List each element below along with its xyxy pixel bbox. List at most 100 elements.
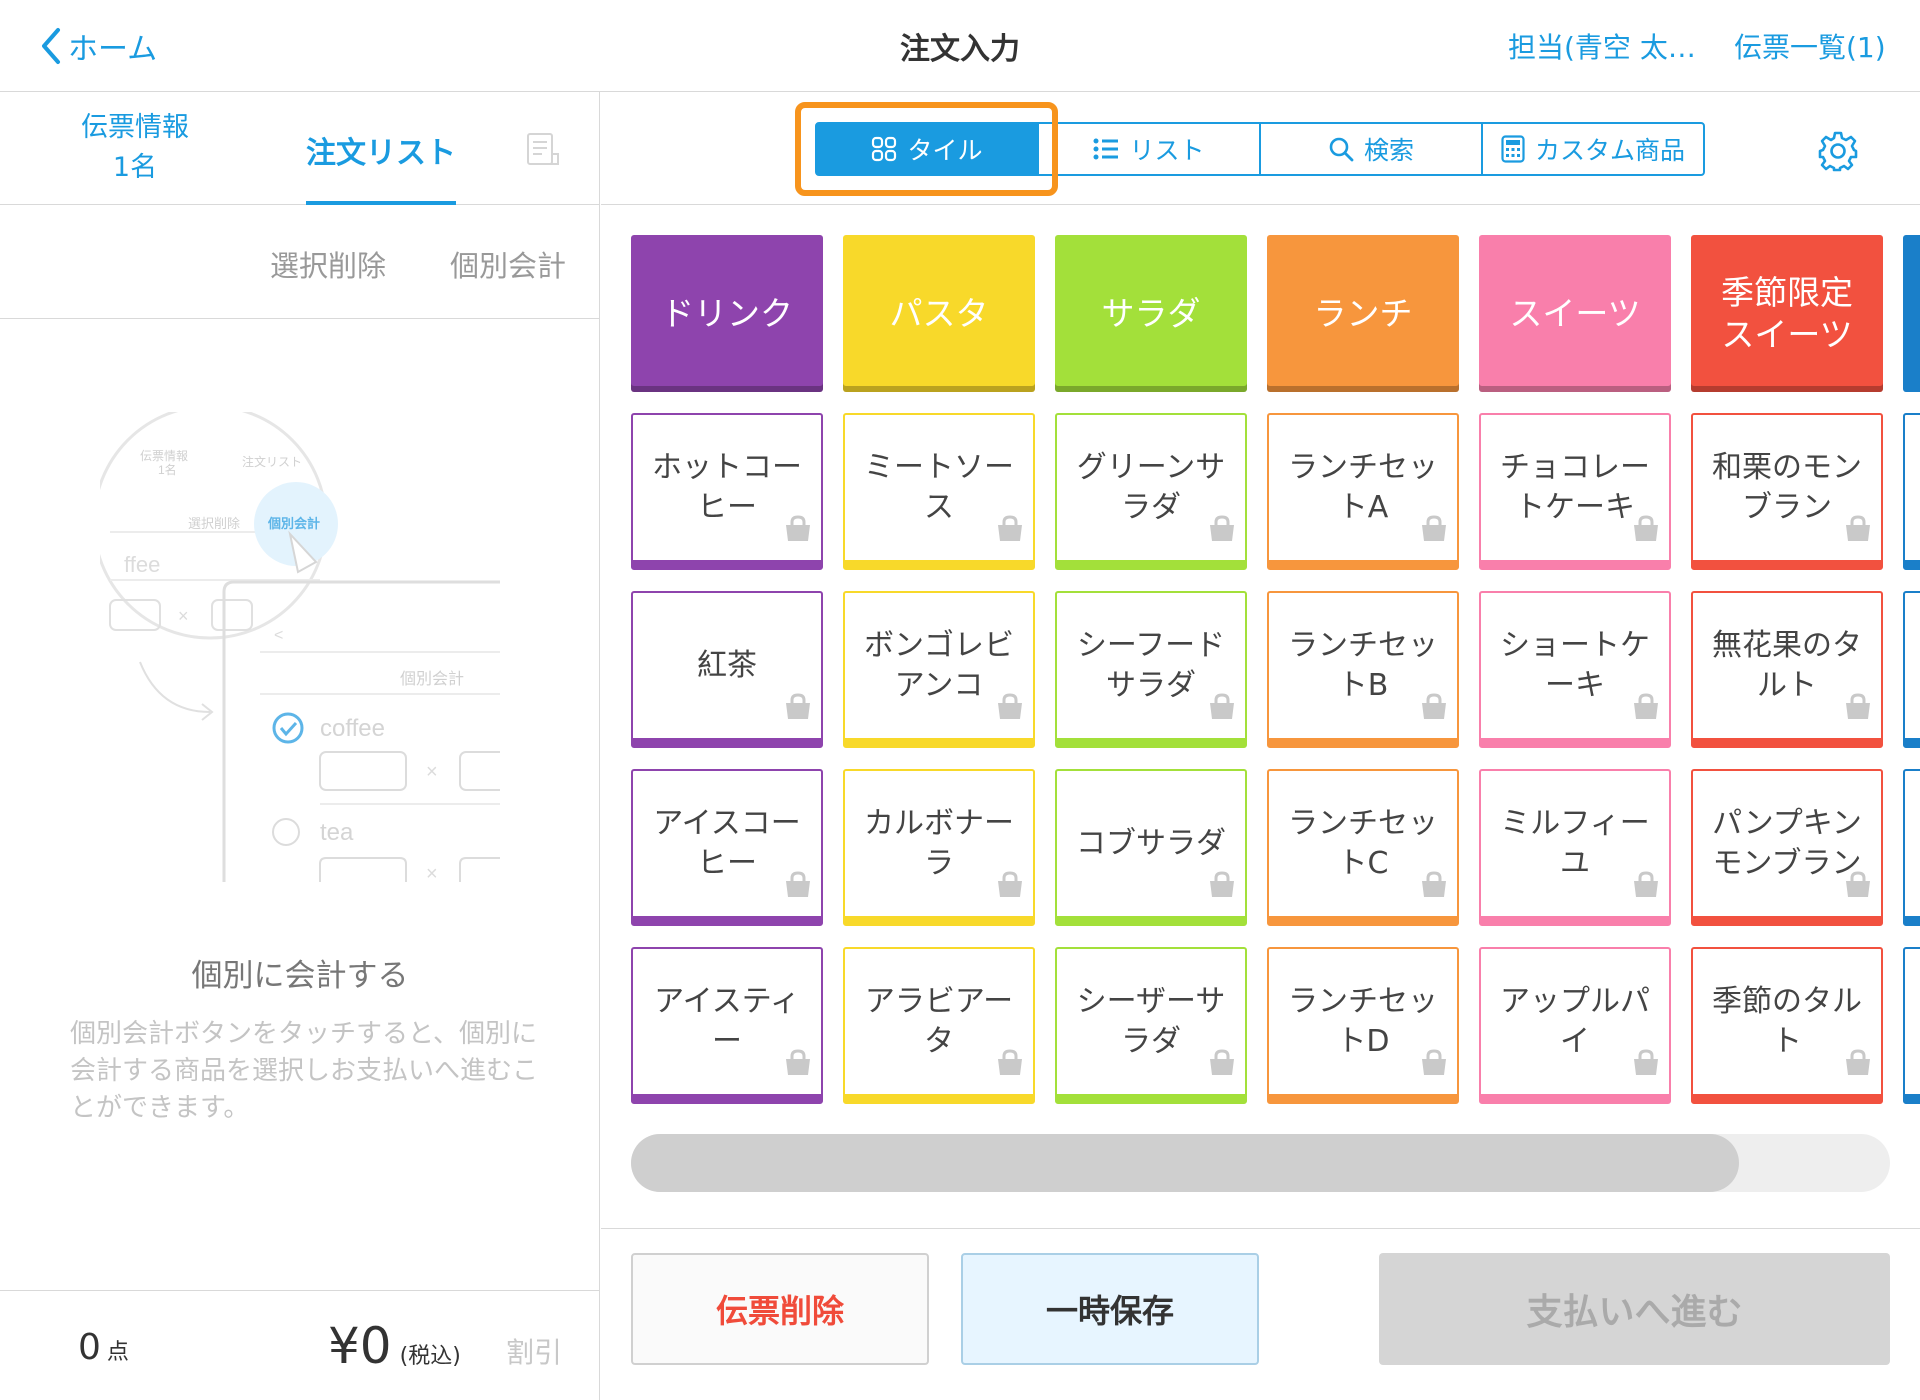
bag-icon <box>783 692 813 732</box>
discount-button[interactable]: 割引 <box>506 1331 562 1371</box>
order-actions: 選択削除 個別会計 <box>0 205 600 319</box>
product-name: ホットコーヒー <box>652 449 802 525</box>
product-tile[interactable]: ホットコーヒー <box>631 413 823 570</box>
bag-icon <box>1631 692 1661 732</box>
product-tile[interactable]: カルボナーラ <box>843 769 1035 926</box>
view-mode-search-label: 検索 <box>1363 136 1414 165</box>
view-mode-custom-label: カスタム商品 <box>1534 136 1685 165</box>
product-tile[interactable]: アイスコーヒー <box>631 769 823 926</box>
delete-slip-button[interactable]: 伝票削除 <box>631 1253 929 1365</box>
tab-slip-info[interactable]: 伝票情報 1名 <box>60 108 210 188</box>
product-tile[interactable]: ボンゴレビアンコ <box>843 591 1035 748</box>
product-tile[interactable]: 季節のタルト <box>1691 947 1883 1104</box>
product-tile[interactable]: パンプキンモンブラン <box>1691 769 1883 926</box>
empty-state-description: 個別会計ボタンをタッチすると、個別に会計する商品を選択しお支払いへ進むことができ… <box>70 1019 539 1123</box>
product-name: チョコレートケーキ <box>1500 449 1650 525</box>
view-mode-list-label: リスト <box>1129 136 1205 165</box>
product-tile[interactable]: コブサラダ <box>1055 769 1247 926</box>
category-tile[interactable]: スイーツ <box>1479 235 1671 392</box>
view-mode-search[interactable]: 検索 <box>1259 124 1481 174</box>
product-name: シーザーサラダ <box>1076 983 1226 1059</box>
order-total: ¥0 (税込) <box>328 1317 461 1375</box>
illus-info: 伝票情報 <box>140 449 188 463</box>
category-tile[interactable]: ランチ <box>1267 235 1459 392</box>
product-name: ランチセットC <box>1288 805 1438 881</box>
illus-x2: × <box>426 761 438 783</box>
bag-icon <box>783 1048 813 1088</box>
category-tile[interactable]: サラダ <box>1055 235 1247 392</box>
gear-icon[interactable] <box>1817 130 1859 172</box>
next-product-tile[interactable] <box>1903 947 1920 1104</box>
tab-order-list[interactable]: 注文リスト <box>306 128 456 172</box>
product-name: アップルパイ <box>1500 983 1650 1059</box>
product-tile[interactable]: ランチセットB <box>1267 591 1459 748</box>
illus-split2: 個別会計 <box>400 670 464 688</box>
order-panel: 伝票情報 1名 注文リスト 選択削除 個別会計 伝票情報 1名 注文リスト 選択… <box>0 92 600 1400</box>
product-tile[interactable]: ランチセットC <box>1267 769 1459 926</box>
receipt-icon[interactable] <box>526 132 560 166</box>
category-tile[interactable]: ドリンク <box>631 235 823 392</box>
list-icon <box>1093 138 1119 160</box>
product-tile[interactable]: ショートケーキ <box>1479 591 1671 748</box>
product-tile[interactable]: シーフードサラダ <box>1055 591 1247 748</box>
calculator-icon <box>1501 135 1525 163</box>
delete-selected-button[interactable]: 選択削除 <box>270 243 386 285</box>
bag-icon <box>1631 870 1661 910</box>
scrollbar-thumb[interactable] <box>631 1134 1739 1192</box>
product-name: アイスティー <box>654 983 800 1059</box>
bag-icon <box>1419 692 1449 732</box>
item-count-unit: 点 <box>106 1340 129 1365</box>
bag-icon <box>1419 514 1449 554</box>
item-count-value: 0 <box>78 1327 101 1368</box>
product-name: パンプキンモンブラン <box>1712 805 1862 881</box>
order-total-value: ¥0 <box>328 1317 392 1375</box>
product-name: アイスコーヒー <box>653 805 801 881</box>
tab-slip-info-people: 1名 <box>112 152 158 183</box>
view-mode-custom[interactable]: カスタム商品 <box>1481 124 1703 174</box>
illus-people: 1名 <box>158 462 177 477</box>
product-tile[interactable]: アップルパイ <box>1479 947 1671 1104</box>
product-name: ショートケーキ <box>1500 627 1650 703</box>
slip-list-button[interactable]: 伝票一覧(1) <box>1734 26 1886 66</box>
bag-icon <box>1419 870 1449 910</box>
product-tile[interactable]: チョコレートケーキ <box>1479 413 1671 570</box>
product-tile[interactable]: ミートソース <box>843 413 1035 570</box>
empty-state-title: 個別に会計する <box>191 958 409 994</box>
product-tile[interactable]: 無花果のタルト <box>1691 591 1883 748</box>
product-tile[interactable]: シーザーサラダ <box>1055 947 1247 1104</box>
view-mode-list[interactable]: リスト <box>1037 124 1259 174</box>
staff-button[interactable]: 担当(青空 太… <box>1508 26 1696 66</box>
product-tile[interactable]: ランチセットA <box>1267 413 1459 570</box>
next-category-tile[interactable] <box>1903 235 1920 392</box>
order-summary: 0点 ¥0 (税込) 割引 <box>0 1290 600 1400</box>
bag-icon <box>1843 692 1873 732</box>
product-tile[interactable]: ランチセットD <box>1267 947 1459 1104</box>
product-name: グリーンサラダ <box>1076 449 1226 525</box>
product-tile[interactable]: 紅茶 <box>631 591 823 748</box>
bag-icon <box>1207 870 1237 910</box>
product-name: ランチセットB <box>1288 627 1438 703</box>
product-name: カルボナーラ <box>864 805 1014 881</box>
next-product-tile[interactable] <box>1903 769 1920 926</box>
tax-included-label: (税込) <box>399 1344 461 1369</box>
bag-icon <box>995 692 1025 732</box>
proceed-to-payment-button[interactable]: 支払いへ進む <box>1379 1253 1890 1365</box>
next-product-tile[interactable] <box>1903 591 1920 748</box>
category-tile[interactable]: 季節限定スイーツ <box>1691 235 1883 392</box>
product-tile[interactable]: グリーンサラダ <box>1055 413 1247 570</box>
bag-icon <box>1631 514 1661 554</box>
scrollbar-track[interactable] <box>631 1134 1890 1192</box>
product-tile[interactable]: ミルフィーユ <box>1479 769 1671 926</box>
next-product-tile[interactable] <box>1903 413 1920 570</box>
split-bill-illustration: 伝票情報 1名 注文リスト 選択削除 個別会計 ffee × < 個別会計 co… <box>100 412 500 885</box>
bag-icon <box>995 1048 1025 1088</box>
split-bill-button[interactable]: 個別会計 <box>450 243 566 285</box>
product-tile[interactable]: アイスティー <box>631 947 823 1104</box>
hold-button[interactable]: 一時保存 <box>961 1253 1259 1365</box>
bag-icon <box>1843 870 1873 910</box>
category-tile[interactable]: パスタ <box>843 235 1035 392</box>
illus-x1: × <box>178 606 189 626</box>
product-tile[interactable]: アラビアータ <box>843 947 1035 1104</box>
product-tile[interactable]: 和栗のモンブラン <box>1691 413 1883 570</box>
bag-icon <box>995 514 1025 554</box>
